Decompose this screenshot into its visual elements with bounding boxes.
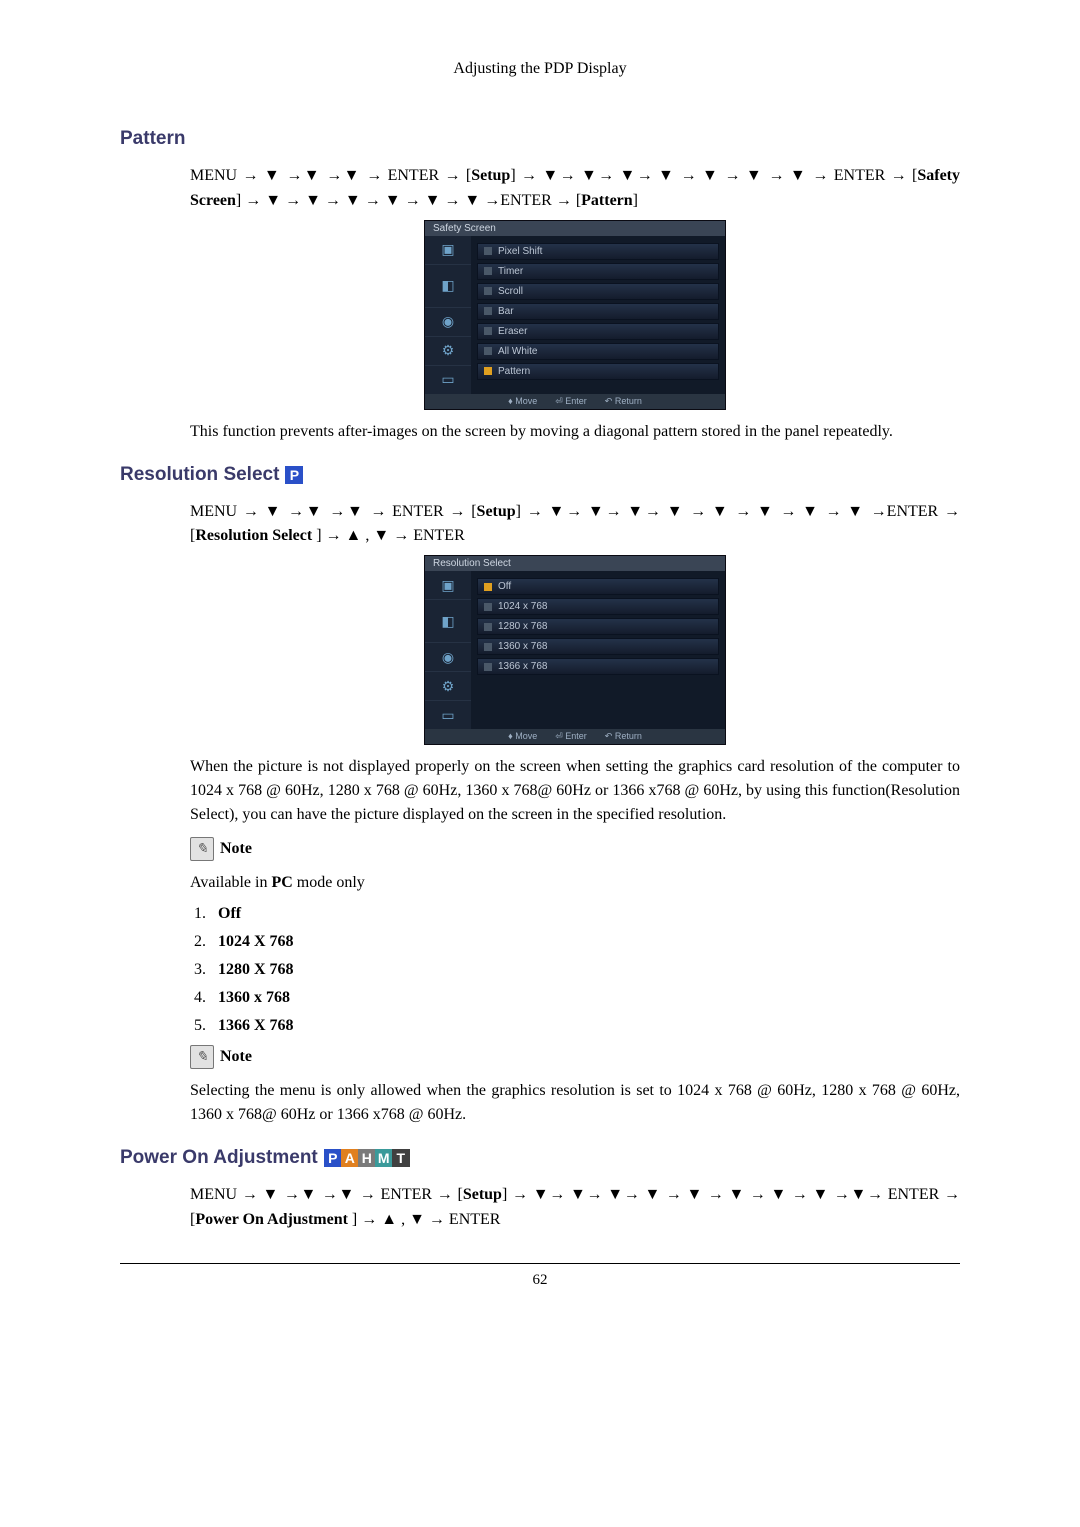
note-text: Available in PC mode only [190,871,960,895]
picture-icon: ▣ [425,236,471,265]
osd-footer: ♦ Move ⏎ Enter ↶ Return [425,729,725,744]
resolution-content: MENU → ▼ →▼ →▼ → ENTER → [Setup] → ▼→ ▼→… [190,500,960,1128]
note-label: Note [220,1048,252,1066]
sound-icon: ◧ [425,600,471,643]
list-item: 1280 X 768 [210,961,960,979]
section-title-resolution: Resolution Select P [120,464,960,486]
picture-icon: ▣ [425,571,471,600]
osd-enter-hint: ⏎ Enter [555,731,587,742]
osd-item[interactable]: 1024 x 768 [477,598,719,615]
osd-list: Pixel Shift Timer Scroll Bar Eraser All … [471,236,725,394]
osd-list: Off 1024 x 768 1280 x 768 1360 x 768 136… [471,571,725,729]
list-item: 1366 X 768 [210,1017,960,1035]
input-icon: ▭ [425,701,471,729]
osd-item[interactable]: Bar [477,303,719,320]
section-title-pattern: Pattern [120,128,960,150]
badge-group: PAHMT [324,1147,409,1169]
resolution-options-list: Off 1024 X 768 1280 X 768 1360 x 768 136… [210,905,960,1035]
osd-enter-hint: ⏎ Enter [555,396,587,407]
sound-icon: ◧ [425,265,471,308]
note-block: ✎ Note [190,837,960,861]
note-block: ✎ Note [190,1045,960,1069]
pattern-content: MENU → ▼ →▼ →▼ → ENTER → [Setup] → ▼→ ▼→… [190,164,960,444]
document-page: Adjusting the PDP Display Pattern MENU →… [0,0,1080,1527]
osd-body: ▣ ◧ ◉ ⚙ ▭ Off 1024 x 768 1280 x 768 1360… [425,571,725,729]
osd-move-hint: ♦ Move [508,731,537,742]
badge-p-icon: P [285,466,303,484]
input-icon: ▭ [425,366,471,394]
pattern-description: This function prevents after-images on t… [190,420,960,444]
osd-resolution: Resolution Select ▣ ◧ ◉ ⚙ ▭ Off 1024 x 7… [424,555,726,745]
badge-m-icon: M [375,1149,393,1167]
note-icon: ✎ [190,1045,214,1069]
osd-body: ▣ ◧ ◉ ⚙ ▭ Pixel Shift Timer Scroll Bar E… [425,236,725,394]
osd-item[interactable]: 1360 x 768 [477,638,719,655]
channel-icon: ◉ [425,308,471,337]
osd-title: Safety Screen [425,221,725,236]
osd-item[interactable]: Pixel Shift [477,243,719,260]
resolution-description: When the picture is not displayed proper… [190,755,960,827]
badge-a-icon: A [341,1149,359,1167]
section-title-text: Resolution Select [120,464,279,486]
osd-item[interactable]: Eraser [477,323,719,340]
osd-pattern: Safety Screen ▣ ◧ ◉ ⚙ ▭ Pixel Shift Time… [424,220,726,410]
osd-item[interactable]: 1366 x 768 [477,658,719,675]
note-label: Note [220,840,252,858]
list-item: Off [210,905,960,923]
nav-path-power-on: MENU → ▼ →▼ →▼ → ENTER → [Setup] → ▼→ ▼→… [190,1183,960,1233]
nav-path-resolution: MENU → ▼ →▼ →▼ → ENTER → [Setup] → ▼→ ▼→… [190,500,960,550]
section-title-power-on: Power On Adjustment PAHMT [120,1147,960,1169]
footer-divider [120,1263,960,1264]
setup-icon: ⚙ [425,672,471,701]
power-on-content: MENU → ▼ →▼ →▼ → ENTER → [Setup] → ▼→ ▼→… [190,1183,960,1233]
list-item: 1024 X 768 [210,933,960,951]
osd-item[interactable]: Scroll [477,283,719,300]
list-item: 1360 x 768 [210,989,960,1007]
osd-return-hint: ↶ Return [605,731,642,742]
badge-t-icon: T [392,1149,410,1167]
osd-title: Resolution Select [425,556,725,571]
note-text: Selecting the menu is only allowed when … [190,1079,960,1127]
running-header: Adjusting the PDP Display [120,60,960,78]
section-title-text: Power On Adjustment [120,1147,318,1169]
osd-item[interactable]: 1280 x 768 [477,618,719,635]
badge-h-icon: H [358,1149,376,1167]
note-icon: ✎ [190,837,214,861]
osd-item-active[interactable]: Pattern [477,363,719,380]
osd-icon-column: ▣ ◧ ◉ ⚙ ▭ [425,236,471,394]
section-title-text: Pattern [120,128,185,150]
osd-item[interactable]: Timer [477,263,719,280]
osd-move-hint: ♦ Move [508,396,537,407]
osd-icon-column: ▣ ◧ ◉ ⚙ ▭ [425,571,471,729]
osd-item-active[interactable]: Off [477,578,719,595]
osd-item[interactable]: All White [477,343,719,360]
page-number: 62 [120,1272,960,1289]
nav-path-pattern: MENU → ▼ →▼ →▼ → ENTER → [Setup] → ▼→ ▼→… [190,164,960,214]
badge-p-icon: P [324,1149,342,1167]
osd-footer: ♦ Move ⏎ Enter ↶ Return [425,394,725,409]
setup-icon: ⚙ [425,337,471,366]
channel-icon: ◉ [425,643,471,672]
osd-return-hint: ↶ Return [605,396,642,407]
